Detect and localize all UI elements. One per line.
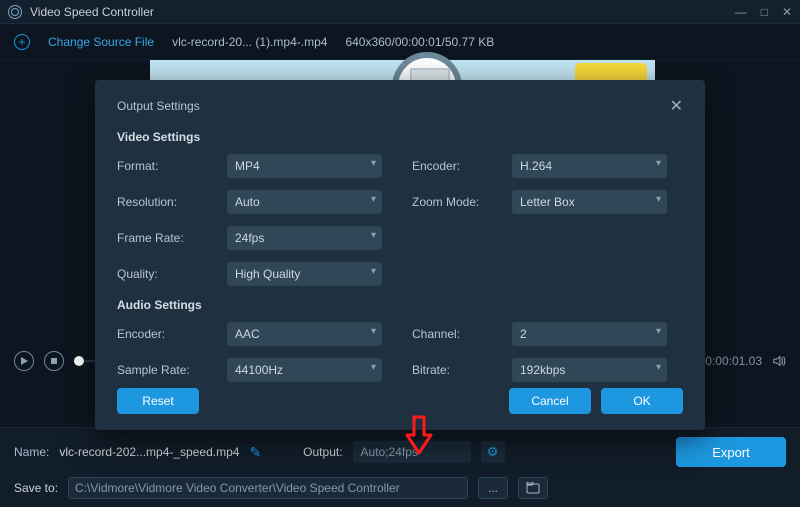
channel-select[interactable]: 2▾ (512, 322, 667, 346)
bitrate-select[interactable]: 192kbps ▾ (512, 358, 667, 382)
format-select[interactable]: MP4 ▾ (227, 154, 382, 178)
chevron-down-icon: ▾ (371, 326, 376, 337)
reset-label: Reset (142, 394, 173, 408)
video-settings-grid: Format: MP4 ▾ Encoder: H.264 ▾ Resolution:… (117, 154, 683, 286)
framerate-select[interactable]: 24fps ▾ (227, 226, 382, 250)
audio-settings-grid: Encoder: AAC▾ Channel: 2▾ Sample Rate: 4… (117, 322, 683, 382)
chevron-down-icon: ▾ (656, 158, 661, 169)
app-logo-icon (8, 5, 22, 19)
vencoder-select[interactable]: H.264 ▾ (512, 154, 667, 178)
zoom-label: Zoom Mode: (412, 195, 512, 209)
source-row: + Change Source File vlc-record-20... (1… (0, 24, 800, 60)
zoom-select[interactable]: Letter Box ▾ (512, 190, 667, 214)
framerate-value: 24fps (235, 231, 264, 245)
reset-button[interactable]: Reset (117, 388, 199, 414)
name-label: Name: (14, 445, 49, 459)
add-source-icon[interactable]: + (14, 34, 30, 50)
samplerate-select[interactable]: 44100Hz ▾ (227, 358, 382, 382)
quality-label: Quality: (117, 267, 227, 281)
bitrate-value: 192kbps (520, 363, 565, 377)
close-dialog-icon[interactable]: ✕ (670, 96, 683, 116)
format-label: Format: (117, 159, 227, 173)
saveto-label: Save to: (14, 481, 58, 495)
aencoder-label: Encoder: (117, 327, 227, 341)
framerate-label: Frame Rate: (117, 231, 227, 245)
edit-name-icon[interactable]: ✎ (249, 444, 261, 461)
channel-label: Channel: (412, 327, 512, 341)
minimize-icon[interactable]: — (735, 5, 747, 19)
dialog-title: Output Settings (117, 99, 200, 113)
maximize-icon[interactable]: □ (761, 5, 768, 19)
volume-icon[interactable] (772, 354, 786, 368)
chevron-down-icon: ▾ (371, 158, 376, 169)
app-title: Video Speed Controller (30, 5, 154, 19)
video-section-heading: Video Settings (117, 130, 683, 144)
cancel-button[interactable]: Cancel (509, 388, 591, 414)
chevron-down-icon: ▾ (371, 194, 376, 205)
cancel-label: Cancel (531, 394, 568, 408)
zoom-value: Letter Box (520, 195, 575, 209)
bitrate-label: Bitrate: (412, 363, 512, 377)
resolution-select[interactable]: Auto ▾ (227, 190, 382, 214)
resolution-label: Resolution: (117, 195, 227, 209)
aencoder-value: AAC (235, 327, 260, 341)
output-settings-gear-icon[interactable]: ⚙ (481, 441, 505, 463)
quality-value: High Quality (235, 267, 300, 281)
save-path-box[interactable]: C:\Vidmore\Vidmore Video Converter\Video… (68, 477, 468, 499)
samplerate-label: Sample Rate: (117, 363, 227, 377)
chevron-down-icon: ▾ (656, 194, 661, 205)
titlebar: Video Speed Controller — □ ✕ (0, 0, 800, 24)
audio-section-heading: Audio Settings (117, 298, 683, 312)
channel-value: 2 (520, 327, 527, 341)
output-format-box: Auto;24fps (353, 441, 471, 463)
export-label: Export (712, 445, 750, 460)
output-label: Output: (303, 445, 342, 459)
chevron-down-icon: ▾ (656, 362, 661, 373)
resolution-value: Auto (235, 195, 260, 209)
ok-label: OK (633, 394, 650, 408)
browse-path-button[interactable]: ... (478, 477, 508, 499)
output-settings-dialog: Output Settings ✕ Video Settings Format:… (95, 80, 705, 430)
chevron-down-icon: ▾ (371, 362, 376, 373)
export-button[interactable]: Export (676, 437, 786, 467)
ok-button[interactable]: OK (601, 388, 683, 414)
change-source-link[interactable]: Change Source File (48, 35, 154, 49)
bottom-panel: Name: vlc-record-202...mp4-_speed.mp4 ✎ … (0, 427, 800, 507)
source-filename: vlc-record-20... (1).mp4-.mp4 (172, 35, 327, 49)
stop-button[interactable] (44, 351, 64, 371)
ellipsis-icon: ... (488, 481, 498, 495)
format-value: MP4 (235, 159, 260, 173)
vencoder-label: Encoder: (412, 159, 512, 173)
source-info: 640x360/00:00:01/50.77 KB (345, 35, 494, 49)
quality-select[interactable]: High Quality ▾ (227, 262, 382, 286)
chevron-down-icon: ▾ (656, 326, 661, 337)
close-window-icon[interactable]: ✕ (782, 5, 792, 19)
play-button[interactable] (14, 351, 34, 371)
chevron-down-icon: ▾ (371, 230, 376, 241)
samplerate-value: 44100Hz (235, 363, 283, 377)
chevron-down-icon: ▾ (371, 266, 376, 277)
aencoder-select[interactable]: AAC ▾ (227, 322, 382, 346)
vencoder-value: H.264 (520, 159, 552, 173)
timecode: 00:00:01.03 (699, 354, 762, 368)
name-value: vlc-record-202...mp4-_speed.mp4 (59, 445, 239, 459)
output-value: Auto;24fps (361, 445, 418, 459)
save-path-value: C:\Vidmore\Vidmore Video Converter\Video… (75, 481, 400, 495)
open-folder-button[interactable] (518, 477, 548, 499)
scrub-knob[interactable] (74, 356, 84, 366)
